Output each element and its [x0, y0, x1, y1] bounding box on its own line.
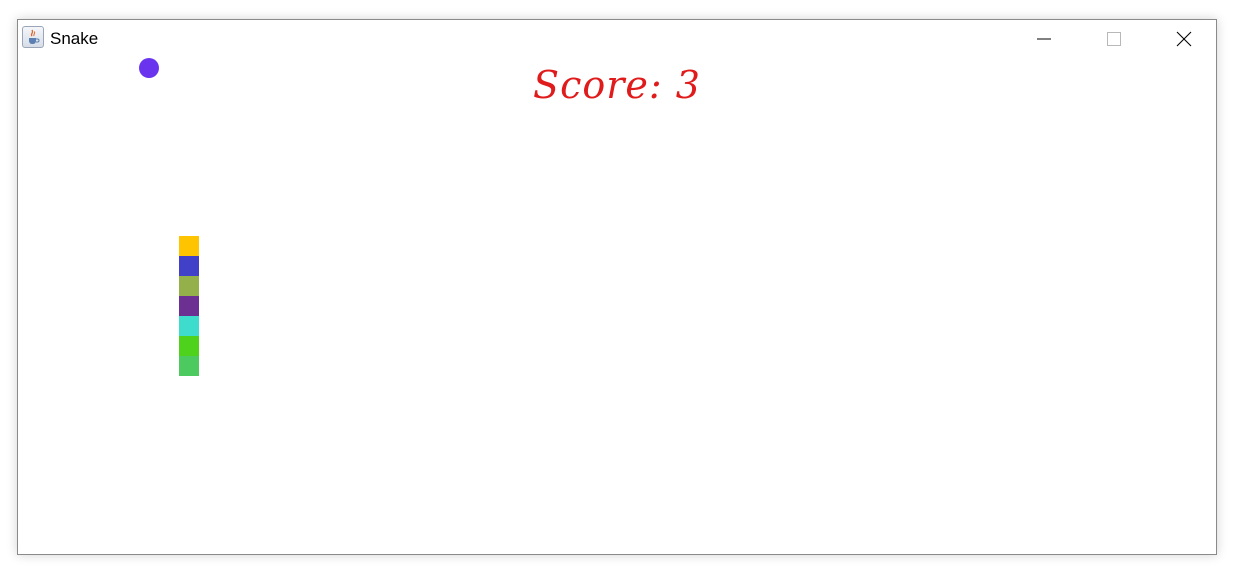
- score-label: Score: 3: [533, 63, 701, 107]
- maximize-icon: [1107, 32, 1121, 46]
- minimize-button[interactable]: [1009, 20, 1079, 56]
- food-dot: [139, 58, 159, 78]
- close-button[interactable]: [1149, 20, 1219, 56]
- window-title: Snake: [50, 29, 99, 48]
- snake-segment: [179, 256, 199, 276]
- title-bar[interactable]: Snake: [18, 20, 1216, 56]
- snake-segment: [179, 276, 199, 296]
- snake-window: Snake Score: 3: [17, 19, 1217, 555]
- close-icon: [1176, 31, 1192, 47]
- snake-segment: [179, 316, 199, 336]
- maximize-button[interactable]: [1079, 20, 1149, 56]
- snake-segment: [179, 296, 199, 316]
- game-canvas[interactable]: Score: 3: [18, 56, 1216, 554]
- snake-head: [179, 236, 199, 256]
- snake-segment: [179, 336, 199, 356]
- snake-segment: [179, 356, 199, 376]
- minimize-icon: [1037, 38, 1051, 40]
- java-cup-icon: [22, 26, 44, 48]
